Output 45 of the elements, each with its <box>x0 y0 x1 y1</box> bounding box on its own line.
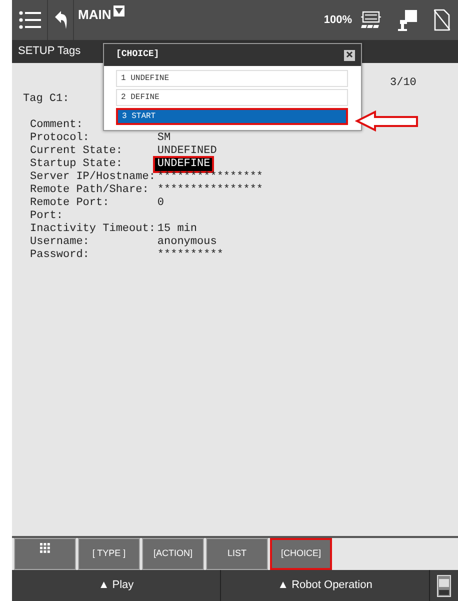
field-label: Startup State: <box>30 158 122 170</box>
field-value: UNDEFINED <box>156 145 218 158</box>
field-value: 0 <box>156 197 166 210</box>
field-label: Current State: <box>30 145 122 157</box>
field-value: 15 min <box>156 223 198 236</box>
dropdown-icon[interactable] <box>113 5 126 17</box>
field-label: Remote Port: <box>30 197 110 209</box>
grid-icon <box>40 543 50 553</box>
field-label: Port: <box>30 210 64 222</box>
speed-override: 100% <box>324 12 352 28</box>
function-key[interactable]: [ TYPE ] <box>78 538 140 570</box>
field-label: Comment: <box>30 119 83 131</box>
mode-icon[interactable] <box>360 10 382 30</box>
field-label: Inactivity Timeout: <box>30 223 156 235</box>
field-value: **************** <box>156 184 264 197</box>
field-value: **************** <box>156 171 264 184</box>
robot-icon[interactable] <box>398 9 418 31</box>
field-value: anonymous <box>156 236 218 249</box>
field-label: Password: <box>30 249 90 261</box>
field-label: Username: <box>30 236 90 248</box>
popup-title: [CHOICE] <box>116 48 160 62</box>
screen-title: SETUP Tags <box>18 44 81 60</box>
field-value: ********** <box>156 249 224 262</box>
menu-button[interactable]: ▲ Play <box>12 570 221 601</box>
field-value[interactable]: UNDEFINE <box>155 158 212 171</box>
document-off-icon[interactable] <box>434 9 450 31</box>
menu-icon[interactable] <box>18 11 40 29</box>
field-label: Remote Path/Share: <box>30 184 149 196</box>
field-value: SM <box>156 132 172 145</box>
menu-button[interactable]: ▲ Robot Operation <box>221 570 430 601</box>
page-number: 3/10 <box>390 76 416 91</box>
function-key[interactable]: [CHOICE] <box>270 538 332 570</box>
choice-option[interactable]: 2 DEFINE <box>116 89 348 106</box>
function-key[interactable] <box>14 538 76 570</box>
back-icon[interactable] <box>54 10 68 30</box>
tag-name: Tag C1: <box>23 92 70 107</box>
choice-option[interactable]: 3 START <box>116 108 348 125</box>
function-key[interactable]: LIST <box>206 538 268 570</box>
function-key[interactable]: [ACTION] <box>142 538 204 570</box>
field-label: Protocol: <box>30 132 90 144</box>
program-name: MAIN <box>78 6 112 24</box>
choice-option[interactable]: 1 UNDEFINE <box>116 70 348 87</box>
close-button[interactable] <box>344 50 355 60</box>
window-icon[interactable] <box>437 574 451 596</box>
field-label: Server IP/Hostname: <box>30 171 156 183</box>
